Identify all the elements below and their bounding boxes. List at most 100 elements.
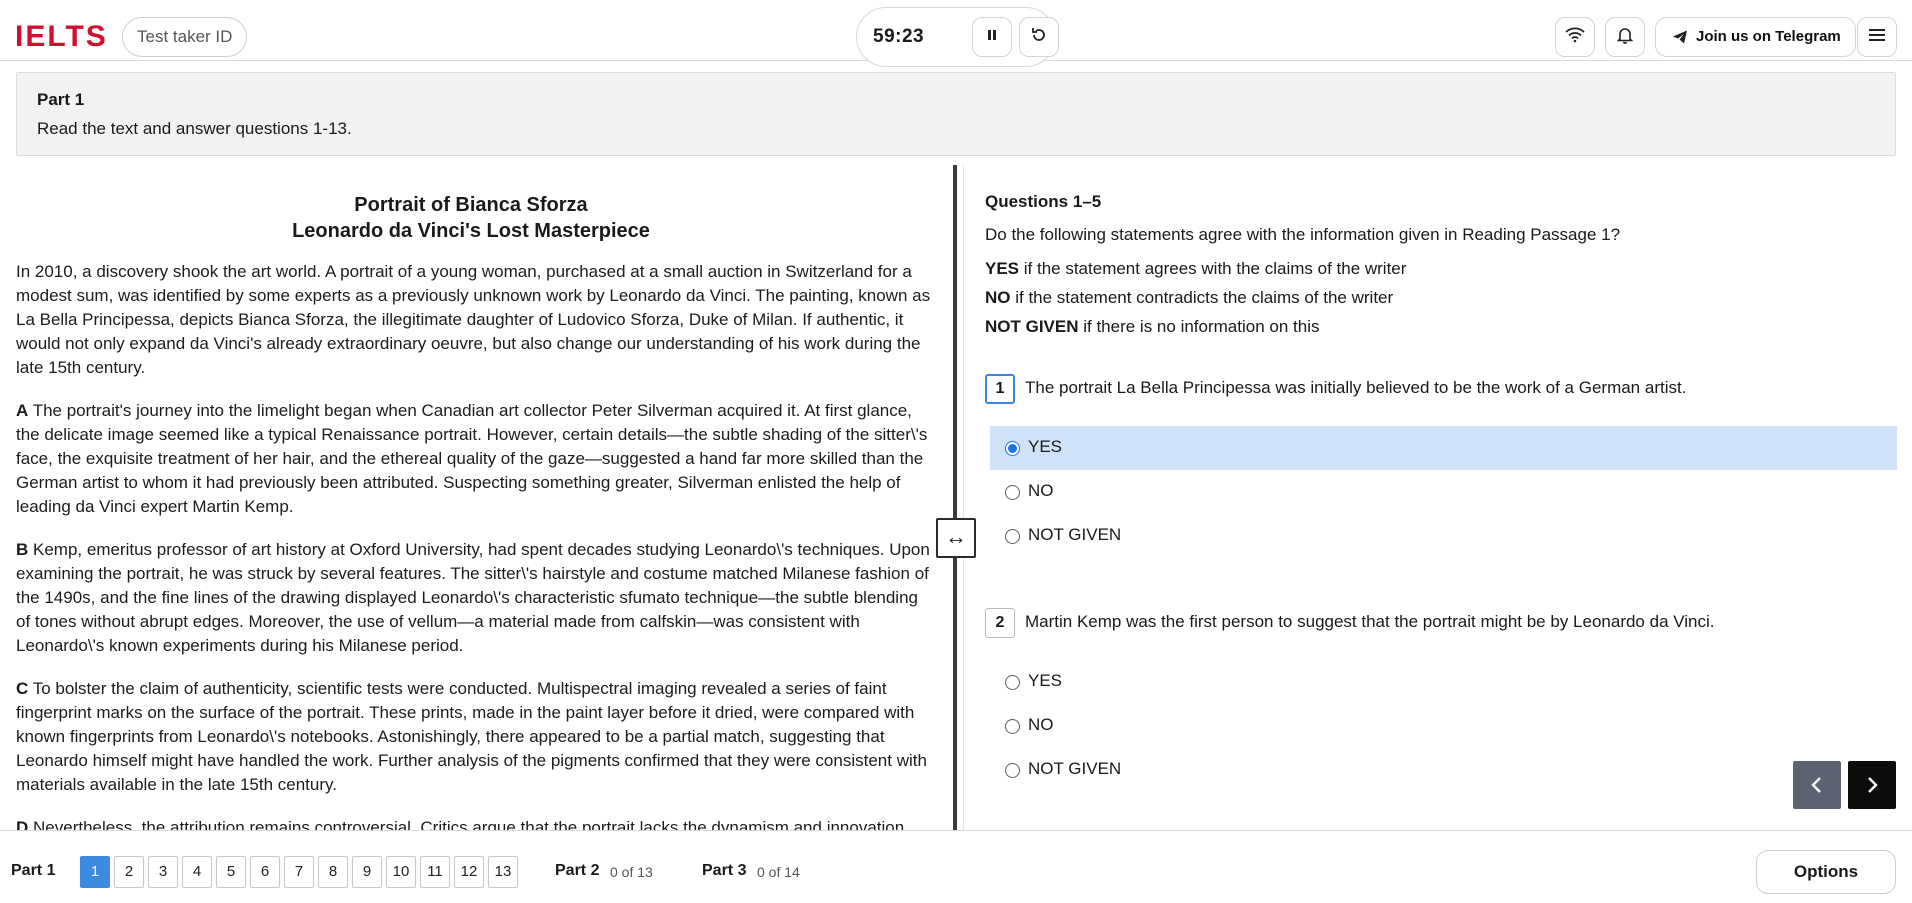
- menu-icon: [1868, 28, 1886, 47]
- question-nav-button[interactable]: 1: [80, 856, 110, 888]
- passage-title-line1: Portrait of Bianca Sforza: [354, 194, 588, 216]
- telegram-label: Join us on Telegram: [1696, 28, 1841, 45]
- header: IELTS Test taker ID 59:23 Join us on Tel…: [0, 0, 1912, 67]
- paragraph-letter: D: [16, 818, 29, 830]
- question-nav-button[interactable]: 10: [386, 856, 416, 888]
- paragraph-letter: C: [16, 679, 29, 698]
- ielts-logo: IELTS: [15, 20, 108, 53]
- question-number: 1: [985, 374, 1015, 404]
- pause-button[interactable]: [972, 17, 1012, 57]
- passage-title-line2: Leonardo da Vinci's Lost Masterpiece: [292, 220, 650, 242]
- paragraph-text: To bolster the claim of authenticity, sc…: [16, 679, 927, 794]
- radio-button[interactable]: [1005, 763, 1020, 778]
- passage-title: Portrait of Bianca Sforza Leonardo da Vi…: [0, 192, 942, 244]
- panel-divider-line: [963, 165, 964, 830]
- part3-count: 0 of 14: [757, 864, 800, 880]
- paragraph-letter: A: [16, 401, 29, 420]
- legend-desc: if the statement agrees with the claims …: [1019, 259, 1407, 278]
- reading-passage[interactable]: Portrait of Bianca Sforza Leonardo da Vi…: [0, 165, 955, 830]
- legend-key: NO: [985, 288, 1011, 307]
- part2-label[interactable]: Part 2: [555, 862, 599, 880]
- option-label: YES: [1028, 437, 1063, 456]
- question-nav-button[interactable]: 11: [420, 856, 450, 888]
- next-button[interactable]: [1848, 761, 1896, 809]
- part2-count: 0 of 13: [610, 864, 653, 880]
- resize-handle[interactable]: ↔: [936, 518, 976, 558]
- question-nav-button[interactable]: 5: [216, 856, 246, 888]
- paragraph-text: The portrait's journey into the limeligh…: [16, 401, 928, 516]
- passage-paragraph: C To bolster the claim of authenticity, …: [16, 677, 936, 797]
- question-nav-button[interactable]: 8: [318, 856, 348, 888]
- resize-icon: ↔: [945, 524, 967, 549]
- menu-button[interactable]: [1857, 17, 1897, 57]
- reset-icon: [1030, 26, 1048, 49]
- part-title: Part 1: [37, 90, 85, 109]
- q2-option-yes[interactable]: YES: [990, 660, 1897, 704]
- radio-button[interactable]: [1005, 529, 1020, 544]
- legend-no: NO if the statement contradicts the clai…: [985, 288, 1393, 308]
- question-number: 2: [985, 608, 1015, 638]
- question-nav-button[interactable]: 7: [284, 856, 314, 888]
- wifi-button[interactable]: [1555, 17, 1595, 57]
- passage-paragraph: D Nevertheless, the attribution remains …: [16, 816, 936, 830]
- question-nav-button[interactable]: 9: [352, 856, 382, 888]
- q2-option-no[interactable]: NO: [990, 704, 1897, 748]
- legend-key: NOT GIVEN: [985, 317, 1079, 336]
- timer-panel: 59:23: [856, 7, 1059, 67]
- question-nav-button[interactable]: 12: [454, 856, 484, 888]
- passage-body: In 2010, a discovery shook the art world…: [16, 260, 936, 830]
- radio-button[interactable]: [1005, 441, 1020, 456]
- q1-option-no[interactable]: NO: [990, 470, 1897, 514]
- legend-yes: YES if the statement agrees with the cla…: [985, 259, 1406, 279]
- previous-button[interactable]: [1793, 761, 1841, 809]
- legend-desc: if there is no information on this: [1078, 317, 1320, 336]
- option-label: NOT GIVEN: [1028, 759, 1122, 778]
- radio-button[interactable]: [1005, 675, 1020, 690]
- questions-panel[interactable]: Questions 1–5 Do the following statement…: [985, 165, 1897, 830]
- passage-paragraph: A The portrait's journey into the limeli…: [16, 399, 936, 519]
- paragraph-text: Nevertheless, the attribution remains co…: [28, 818, 905, 830]
- radio-button[interactable]: [1005, 719, 1020, 734]
- paragraph-text: Kemp, emeritus professor of art history …: [16, 540, 930, 655]
- paragraph-text: In 2010, a discovery shook the art world…: [16, 262, 931, 377]
- question-nav-button[interactable]: 4: [182, 856, 212, 888]
- part1-label[interactable]: Part 1: [11, 862, 55, 880]
- legend-not-given: NOT GIVEN if there is no information on …: [985, 317, 1319, 337]
- reset-button[interactable]: [1019, 17, 1059, 57]
- question-nav-button[interactable]: 6: [250, 856, 280, 888]
- option-label: NO: [1028, 481, 1054, 500]
- option-label: NOT GIVEN: [1028, 525, 1122, 544]
- footer-nav: Part 1 1 2 3 4 5 6 7 8 9 10 11 12 13 Par…: [0, 830, 1912, 903]
- telegram-button[interactable]: Join us on Telegram: [1655, 17, 1856, 57]
- q2-option-not-given[interactable]: NOT GIVEN: [990, 748, 1897, 792]
- part-banner: Part 1 Read the text and answer question…: [16, 72, 1896, 156]
- test-taker-id[interactable]: Test taker ID: [122, 17, 248, 57]
- paragraph-letter: B: [16, 540, 29, 559]
- question-text: Martin Kemp was the first person to sugg…: [1025, 612, 1715, 631]
- q1-option-yes[interactable]: YES: [990, 426, 1897, 470]
- part3-label[interactable]: Part 3: [702, 862, 746, 880]
- notifications-button[interactable]: [1605, 17, 1645, 57]
- question-nav-button[interactable]: 2: [114, 856, 144, 888]
- question-text: The portrait La Bella Principessa was in…: [1025, 378, 1687, 397]
- question-nav-button[interactable]: 13: [488, 856, 518, 888]
- pause-icon: [985, 28, 999, 47]
- questions-instruction: Do the following statements agree with t…: [985, 225, 1621, 244]
- timer-display: 59:23: [873, 26, 925, 47]
- q1-option-not-given[interactable]: NOT GIVEN: [990, 514, 1897, 558]
- passage-paragraph: In 2010, a discovery shook the art world…: [16, 260, 936, 380]
- option-label: NO: [1028, 715, 1054, 734]
- legend-desc: if the statement contradicts the claims …: [1010, 288, 1394, 307]
- question-nav-button[interactable]: 3: [148, 856, 178, 888]
- legend-key: YES: [985, 259, 1020, 278]
- wifi-icon: [1565, 27, 1585, 48]
- part-instruction: Read the text and answer questions 1-13.: [37, 119, 352, 138]
- questions-heading: Questions 1–5: [985, 192, 1102, 211]
- option-label: YES: [1028, 671, 1063, 690]
- panel-divider[interactable]: [953, 165, 957, 830]
- bell-icon: [1616, 26, 1634, 49]
- passage-paragraph: B Kemp, emeritus professor of art histor…: [16, 538, 936, 658]
- radio-button[interactable]: [1005, 485, 1020, 500]
- options-button[interactable]: Options: [1756, 850, 1896, 894]
- chevron-left-icon: [1793, 777, 1841, 813]
